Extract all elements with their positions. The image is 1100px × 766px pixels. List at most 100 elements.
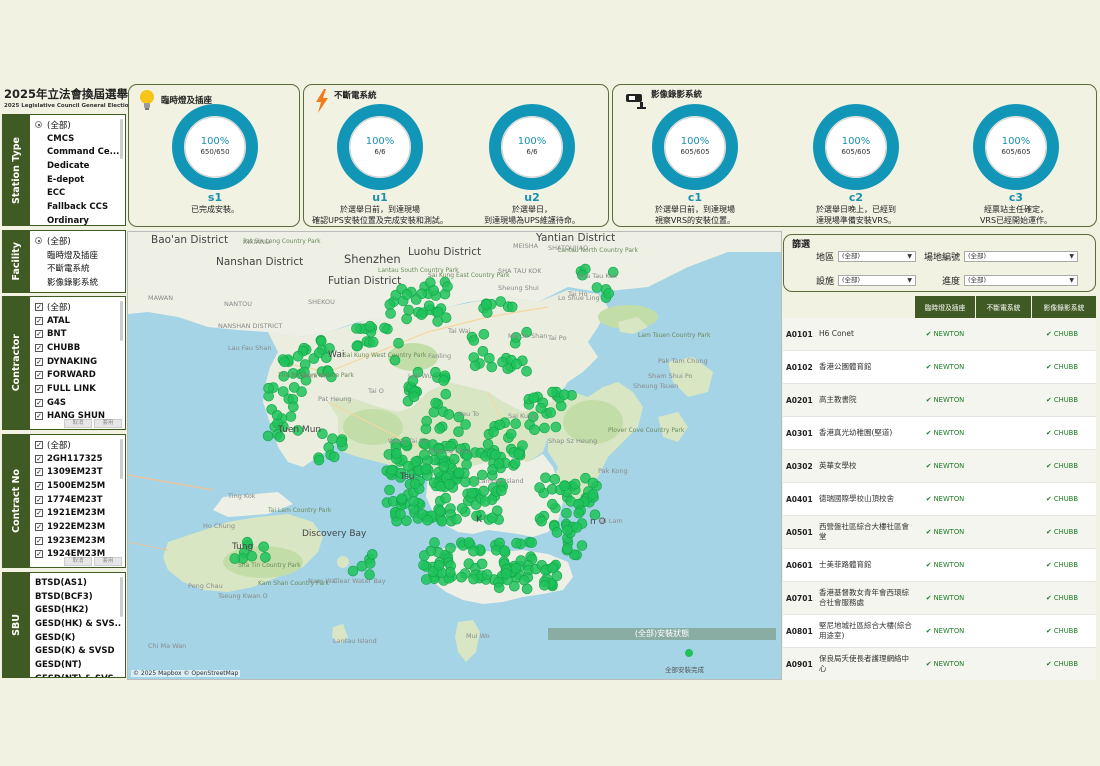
checkbox-icon[interactable]: ✓ [35,468,43,477]
station-point[interactable] [547,562,558,574]
checkbox-icon[interactable]: ✓ [35,357,43,366]
station-point[interactable] [509,580,520,592]
station-point[interactable] [416,309,427,320]
station-point[interactable] [408,495,420,507]
contractor-cancel-button[interactable]: 取消 [64,419,92,428]
station-point[interactable] [573,507,585,519]
checkbox-icon[interactable]: ✓ [35,522,43,531]
facility-item[interactable]: 不斷電系統 [35,261,125,275]
station-point[interactable] [550,421,562,433]
station-point[interactable] [443,478,455,490]
checkbox-icon[interactable]: ✓ [35,495,43,504]
station-point[interactable] [420,463,432,475]
station-point[interactable] [509,458,521,469]
station-point[interactable] [478,329,490,340]
station-point[interactable] [535,402,547,414]
station-point[interactable] [539,422,550,434]
station-point[interactable] [288,401,299,413]
radio-icon[interactable] [35,176,42,184]
station-point[interactable] [448,453,460,465]
contract-item[interactable]: ✓ (全部) [35,438,125,452]
table-row[interactable]: A0301 香港真光幼稚園(堅道) ✔ NEWTON ✔ CHUBB [783,417,1096,450]
station-point[interactable] [540,472,551,484]
station-point[interactable] [500,568,512,579]
station-point[interactable] [551,527,563,538]
checkbox-icon[interactable]: ✓ [35,316,43,325]
station-type-item[interactable]: Ordinary [35,214,125,225]
sbu-item[interactable]: BTSD(AS1) [35,576,125,590]
station-point[interactable] [442,281,453,292]
station-point[interactable] [510,562,522,574]
facility-item[interactable]: 影像錄影系統 [35,275,125,289]
station-point[interactable] [438,375,450,386]
contractor-item[interactable]: ✓ DYNAKING [35,355,125,369]
kpi-item-u2[interactable]: 100% 6/6 u2 於選舉日， 到達現場為UPS維護待命。 [452,103,612,226]
station-point[interactable] [401,313,413,325]
table-row[interactable]: A0302 英華女學校 ✔ NEWTON ✔ CHUBB [783,450,1096,483]
station-point[interactable] [486,361,498,373]
station-point[interactable] [521,583,533,595]
table-row[interactable]: A0201 高主教書院 ✔ NEWTON ✔ CHUBB [783,384,1096,417]
station-point[interactable] [384,299,396,310]
station-point[interactable] [434,423,446,434]
station-point[interactable] [434,505,446,517]
station-type-item[interactable]: Dedicate [35,159,125,173]
contract-no-cancel-button[interactable]: 取消 [64,557,92,566]
station-point[interactable] [440,388,452,400]
station-point[interactable] [410,456,422,467]
checkbox-icon[interactable]: ✓ [35,454,43,463]
station-point[interactable] [591,282,603,293]
table-row[interactable]: A0101 H6 Conet ✔ NEWTON ✔ CHUBB [783,318,1096,351]
station-point[interactable] [420,574,432,585]
station-point[interactable] [526,537,538,548]
radio-icon[interactable] [35,203,42,211]
station-point[interactable] [521,366,532,377]
station-point[interactable] [395,508,406,520]
contract-no-apply-button[interactable]: 套用 [94,557,122,566]
contractor-item[interactable]: ✓ CHUBB [35,341,125,355]
checkbox-icon[interactable]: ✓ [35,371,43,380]
station-point[interactable] [423,300,435,312]
table-row[interactable]: A0102 香港公園體育館 ✔ NEWTON ✔ CHUBB [783,351,1096,384]
station-point[interactable] [511,358,522,370]
station-point[interactable] [547,498,558,510]
sbu-item[interactable]: GESD(NT) [35,658,125,672]
station-point[interactable] [262,430,274,442]
station-point[interactable] [587,477,599,489]
station-point[interactable] [356,560,368,572]
contract-item[interactable]: ✓ 1500EM25M [35,479,125,493]
sbu-item[interactable]: GESD(K) & SVSD [35,644,125,658]
radio-icon[interactable] [35,162,42,170]
station-point[interactable] [327,433,338,444]
contract-item[interactable]: ✓ 1922EM23M [35,520,125,534]
station-point[interactable] [430,366,441,378]
contract-item[interactable]: ✓ 1774EM23T [35,493,125,507]
station-point[interactable] [559,480,570,492]
station-point[interactable] [418,550,430,561]
station-type-item[interactable]: Command Ce... [35,145,125,159]
contract-item[interactable]: ✓ 1309EM23T [35,465,125,479]
station-point[interactable] [445,542,456,554]
station-point[interactable] [555,400,567,412]
station-point[interactable] [576,540,588,551]
station-point[interactable] [547,386,558,398]
station-point[interactable] [481,299,492,310]
station-type-item[interactable]: ECC [35,186,125,200]
radio-icon[interactable] [35,278,42,286]
kpi-item-c1[interactable]: 100% 605/605 c1 於選舉日前，到達現場 視察VRS的安裝位置。 [615,103,775,226]
contractor-apply-button[interactable]: 套用 [94,419,122,428]
station-point[interactable] [488,426,499,438]
station-point[interactable] [391,448,402,459]
sbu-item[interactable]: GESD(HK) & SVS.. [35,617,125,631]
station-point[interactable] [396,493,408,505]
radio-icon[interactable] [35,148,42,156]
col-header-vrs[interactable]: 影像錄影系統 [1032,296,1096,318]
station-type-item[interactable]: (全部) [35,118,125,132]
station-point[interactable] [258,541,269,553]
station-point[interactable] [487,512,498,524]
station-point[interactable] [410,294,422,305]
contractor-item[interactable]: ✓ G4S [35,396,125,410]
sbu-item[interactable]: GESD(HK2) [35,603,125,617]
table-row[interactable]: A0801 堅尼地城社區綜合大樓(綜合用途室) ✔ NEWTON ✔ CHUBB [783,615,1096,648]
station-point[interactable] [499,545,511,557]
